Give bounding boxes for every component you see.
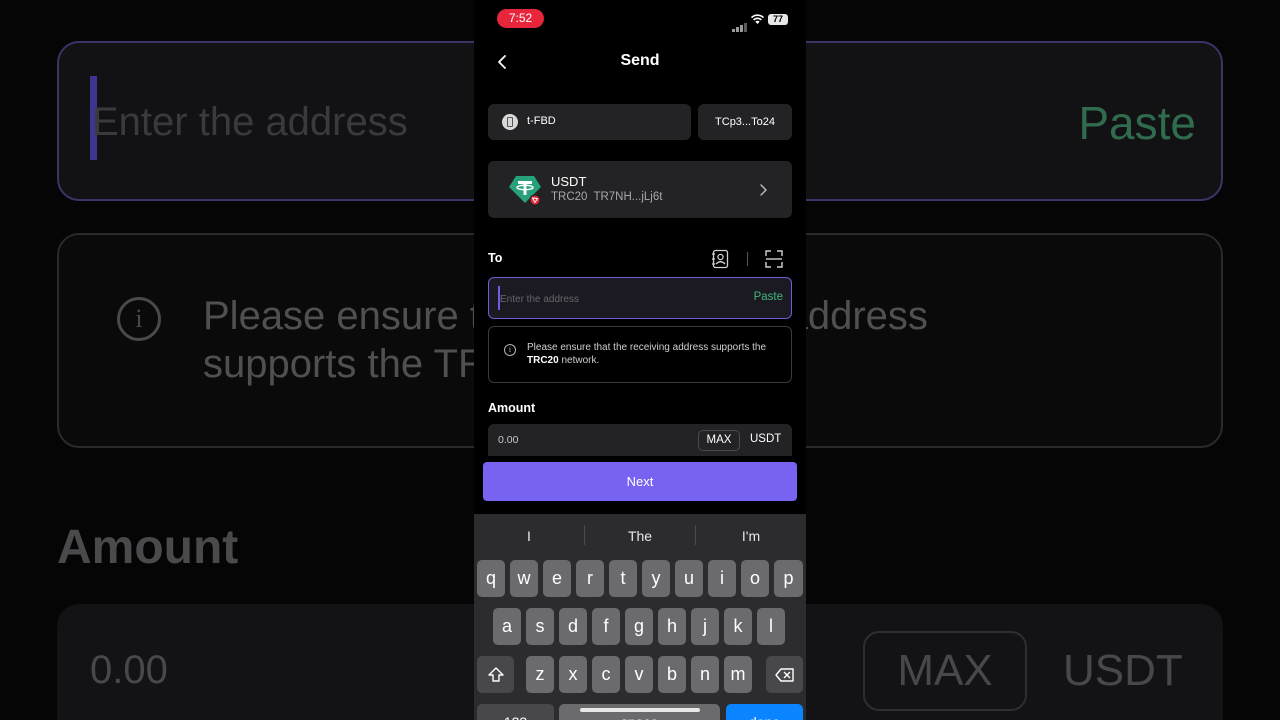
bg-amount-label: Amount (57, 521, 239, 574)
key-o[interactable]: o (741, 560, 769, 597)
recipient-address-input[interactable] (498, 288, 742, 310)
home-indicator (580, 708, 700, 712)
key-f[interactable]: f (592, 608, 620, 645)
key-k[interactable]: k (724, 608, 752, 645)
token-selector[interactable]: USDT TRC20 TR7NH...jLj6t (488, 161, 792, 218)
key-l[interactable]: l (757, 608, 785, 645)
numbers-key[interactable]: 123 (477, 704, 554, 720)
bg-placeholder: Enter the address (92, 100, 408, 144)
backspace-key[interactable] (766, 656, 803, 693)
bg-paste: Paste (1078, 97, 1196, 149)
ios-keyboard: I The I'm q w e r t y u i o p a s d f g … (474, 514, 806, 720)
key-i[interactable]: i (708, 560, 736, 597)
done-key[interactable]: done (726, 704, 803, 720)
shift-key[interactable] (477, 656, 514, 693)
space-key[interactable]: space (559, 704, 720, 720)
key-j[interactable]: j (691, 608, 719, 645)
max-button[interactable]: MAX (698, 430, 740, 451)
token-subtitle: TRC20 TR7NH...jLj6t (551, 191, 662, 203)
key-y[interactable]: y (642, 560, 670, 597)
suggestion-2[interactable]: The (590, 528, 690, 544)
to-label: To (488, 251, 503, 265)
suggestion-3[interactable]: I'm (701, 528, 801, 544)
notice-suffix: network. (558, 354, 600, 366)
next-button[interactable]: Next (483, 462, 797, 501)
suggestion-1[interactable]: I (479, 528, 579, 544)
scan-qr-icon[interactable] (764, 249, 784, 269)
status-bar: 7:52 77 (474, 0, 806, 36)
info-icon: i (504, 344, 516, 356)
notice-text: Please ensure that the receiving address… (527, 342, 777, 367)
suggestion-divider (695, 525, 696, 545)
token-network: TRC20 (551, 191, 588, 203)
suggestion-bar: I The I'm (474, 514, 806, 558)
wifi-icon (750, 14, 765, 24)
key-v[interactable]: v (625, 656, 653, 693)
wallet-selector[interactable]: t-FBD (488, 104, 691, 140)
key-r[interactable]: r (576, 560, 604, 597)
wallet-name: t-FBD (527, 115, 556, 127)
bg-info-icon: i (117, 297, 161, 341)
phone-screen: 7:52 77 Send t-FBD TCp3...To24 USDT TRC2… (474, 0, 806, 720)
key-p[interactable]: p (774, 560, 803, 597)
page-title: Send (620, 52, 660, 69)
key-d[interactable]: d (559, 608, 587, 645)
battery-icon: 77 (768, 14, 788, 25)
chevron-right-icon (760, 184, 767, 196)
wallet-icon (502, 114, 518, 130)
key-b[interactable]: b (658, 656, 686, 693)
signal-icon (732, 14, 748, 32)
tether-logo-icon (509, 176, 541, 205)
bg-max: MAX (863, 631, 1027, 711)
key-q[interactable]: q (477, 560, 505, 597)
token-symbol: USDT (551, 174, 587, 189)
amount-unit: USDT (750, 433, 782, 445)
notice-prefix: Please ensure that the receiving address… (527, 342, 767, 353)
amount-input[interactable]: 0.00 (498, 434, 518, 446)
notice-network: TRC20 (527, 354, 559, 366)
paste-button[interactable]: Paste (754, 291, 783, 303)
key-n[interactable]: n (691, 656, 719, 693)
key-w[interactable]: w (510, 560, 538, 597)
key-z[interactable]: z (526, 656, 554, 693)
key-h[interactable]: h (658, 608, 686, 645)
wallet-address-chip[interactable]: TCp3...To24 (698, 104, 792, 140)
amount-field[interactable]: 0.00 MAX USDT (488, 424, 792, 456)
key-m[interactable]: m (724, 656, 752, 693)
status-time: 7:52 (497, 9, 544, 28)
key-c[interactable]: c (592, 656, 620, 693)
key-u[interactable]: u (675, 560, 703, 597)
suggestion-divider (584, 525, 585, 545)
shift-icon (487, 667, 504, 682)
key-g[interactable]: g (625, 608, 653, 645)
key-e[interactable]: e (543, 560, 571, 597)
key-a[interactable]: a (493, 608, 521, 645)
amount-label: Amount (488, 401, 536, 415)
icon-divider (747, 252, 748, 266)
address-book-icon[interactable] (710, 249, 730, 269)
key-s[interactable]: s (526, 608, 554, 645)
key-x[interactable]: x (559, 656, 587, 693)
bg-amount-value: 0.00 (90, 648, 168, 692)
key-t[interactable]: t (609, 560, 637, 597)
bg-unit: USDT (1063, 646, 1183, 695)
backspace-icon (774, 668, 794, 682)
token-contract: TR7NH...jLj6t (593, 191, 663, 203)
network-notice: i Please ensure that the receiving addre… (488, 326, 792, 383)
recipient-address-field[interactable]: Paste (488, 277, 792, 319)
